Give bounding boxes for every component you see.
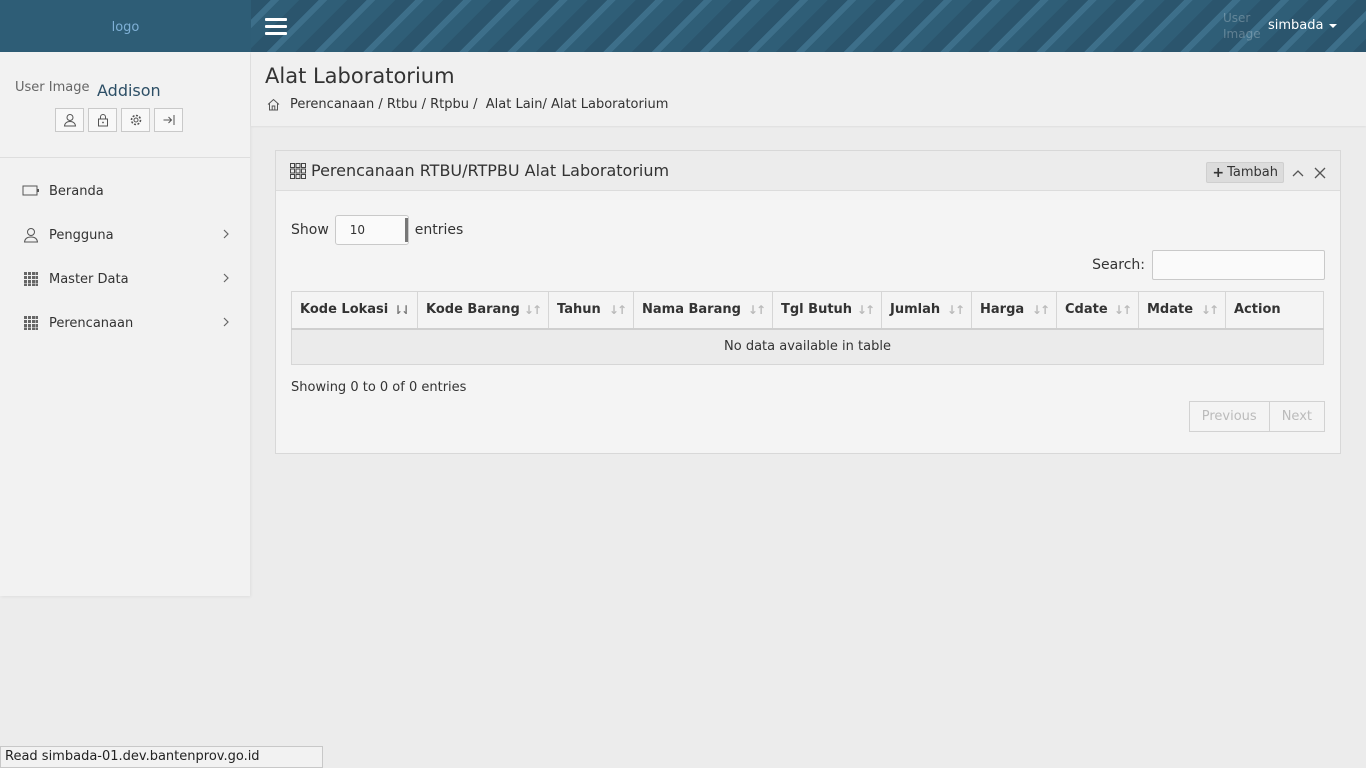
column-header-action: Action <box>1225 291 1324 330</box>
sort-icon: ↓↑ <box>523 303 542 317</box>
previous-button[interactable]: Previous <box>1188 401 1270 432</box>
sidebar-item-label: Pengguna <box>49 227 114 243</box>
navbar: User Image simbada <box>251 0 1366 52</box>
home-icon[interactable] <box>267 98 280 111</box>
column-header-harga[interactable]: Harga ↓↑ <box>971 291 1057 330</box>
sidebar-item-master-data[interactable]: Master Data <box>0 257 250 301</box>
table-row: No data available in table <box>291 328 1324 365</box>
sidebar-item-perencanaan[interactable]: Perencanaan <box>0 301 250 345</box>
column-header-jumlah[interactable]: Jumlah ↓↑ <box>881 291 972 330</box>
chevron-right-icon <box>222 228 230 243</box>
content-header: Alat Laboratorium Perencanaan / Rtbu / R… <box>251 52 1366 126</box>
column-header-kode-lokasi[interactable]: Kode Lokasi ⇂⇃ <box>291 291 418 330</box>
entries-label: entries <box>414 222 464 238</box>
top-header: logo User Image simbada <box>0 0 1366 52</box>
box-title-text: Perencanaan RTBU/RTPBU Alat Laboratorium <box>311 161 670 180</box>
settings-button[interactable] <box>121 108 150 132</box>
column-header-cdate[interactable]: Cdate ↓↑ <box>1056 291 1139 330</box>
sidebar-menu: Beranda Pengguna Master Data Perencanaan <box>0 169 250 345</box>
sort-icon: ↓↑ <box>1113 303 1132 317</box>
plus-icon: + <box>1212 164 1225 181</box>
sidebar-item-label: Perencanaan <box>49 315 134 331</box>
sort-icon: ↓↑ <box>1200 303 1219 317</box>
dashboard-icon <box>22 182 40 200</box>
user-name: Addison <box>97 81 161 100</box>
sort-icon: ↓↑ <box>1031 303 1050 317</box>
table-header-row: Kode Lokasi ⇂⇃ Kode Barang ↓↑ Tahun ↓↑ Nama… <box>291 291 1324 330</box>
data-box: Perencanaan RTBU/RTPBU Alat Laboratorium… <box>275 150 1341 454</box>
empty-table-message: No data available in table <box>291 328 1324 365</box>
page-length-select[interactable]: 10 <box>334 215 409 245</box>
sort-icon: ↓↑ <box>747 303 766 317</box>
grid-icon <box>22 270 40 288</box>
search-control: Search: <box>1092 250 1325 280</box>
page-length-control: Show 10 entries <box>291 215 463 245</box>
pagination: Previous Next <box>1188 401 1325 432</box>
sidebar-item-label: Beranda <box>49 183 104 199</box>
breadcrumb-path: Perencanaan / Rtbu / Rtpbu / Alat Lain/ … <box>290 97 669 112</box>
caret-down-icon <box>1328 23 1337 28</box>
hamburger-icon <box>265 18 287 21</box>
box-header: Perencanaan RTBU/RTPBU Alat Laboratorium… <box>276 151 1340 191</box>
add-button[interactable]: + Tambah <box>1206 162 1284 183</box>
chevron-right-icon <box>222 316 230 331</box>
show-label: Show <box>291 222 329 238</box>
lock-icon <box>97 114 108 127</box>
box-title: Perencanaan RTBU/RTPBU Alat Laboratorium <box>290 161 669 180</box>
chevron-right-icon <box>222 272 230 287</box>
lock-button[interactable] <box>88 108 117 132</box>
column-header-kode-barang[interactable]: Kode Barang ↓↑ <box>417 291 549 330</box>
column-header-tgl-butuh[interactable]: Tgl Butuh ↓↑ <box>772 291 882 330</box>
sidebar-item-label: Master Data <box>49 271 129 287</box>
browser-status-bar: Read simbada-01.dev.bantenprov.go.id <box>0 746 323 768</box>
collapse-button[interactable] <box>1290 165 1306 181</box>
close-icon <box>1314 167 1326 178</box>
user-icon <box>63 114 76 127</box>
sidebar: User Image Addison Beranda Pengguna Mast… <box>0 52 250 596</box>
profile-buttons <box>55 108 183 132</box>
box-tools: + Tambah <box>1206 162 1328 183</box>
profile-button[interactable] <box>55 108 84 132</box>
user-menu-label: simbada <box>1268 18 1324 33</box>
gear-icon <box>130 114 141 126</box>
user-icon <box>22 226 40 244</box>
column-header-nama-barang[interactable]: Nama Barang ↓↑ <box>633 291 773 330</box>
grid-icon <box>22 314 40 332</box>
logout-icon <box>163 115 174 125</box>
column-header-tahun[interactable]: Tahun ↓↑ <box>548 291 634 330</box>
next-button[interactable]: Next <box>1269 401 1325 432</box>
header-user-image: User Image <box>1223 11 1261 41</box>
sidebar-profile: User Image Addison <box>0 52 250 158</box>
breadcrumb: Perencanaan / Rtbu / Rtpbu / Alat Lain/ … <box>267 97 668 112</box>
sidebar-item-pengguna[interactable]: Pengguna <box>0 213 250 257</box>
table-info: Showing 0 to 0 of 0 entries <box>291 380 467 395</box>
column-header-mdate[interactable]: Mdate ↓↑ <box>1138 291 1226 330</box>
page-title: Alat Laboratorium <box>265 64 455 88</box>
add-button-label: Tambah <box>1227 165 1278 180</box>
search-input[interactable] <box>1152 250 1325 280</box>
close-button[interactable] <box>1312 165 1328 181</box>
sort-icon: ↓↑ <box>946 303 965 317</box>
logo[interactable]: logo <box>0 0 251 52</box>
sort-desc-icon: ⇂⇃ <box>392 303 411 317</box>
sidebar-user-image: User Image <box>15 80 90 95</box>
grid-icon <box>290 162 306 179</box>
user-menu-dropdown[interactable]: simbada <box>1268 18 1337 33</box>
logout-button[interactable] <box>154 108 183 132</box>
data-table: Kode Lokasi ⇂⇃ Kode Barang ↓↑ Tahun ↓↑ Nama… <box>291 291 1324 365</box>
sidebar-item-beranda[interactable]: Beranda <box>0 169 250 213</box>
sidebar-toggle-button[interactable] <box>265 18 287 35</box>
sort-icon: ↓↑ <box>856 303 875 317</box>
search-label: Search: <box>1092 257 1145 273</box>
chevron-up-icon <box>1292 169 1304 176</box>
sort-icon: ↓↑ <box>608 303 627 317</box>
logo-text: logo <box>111 20 140 35</box>
